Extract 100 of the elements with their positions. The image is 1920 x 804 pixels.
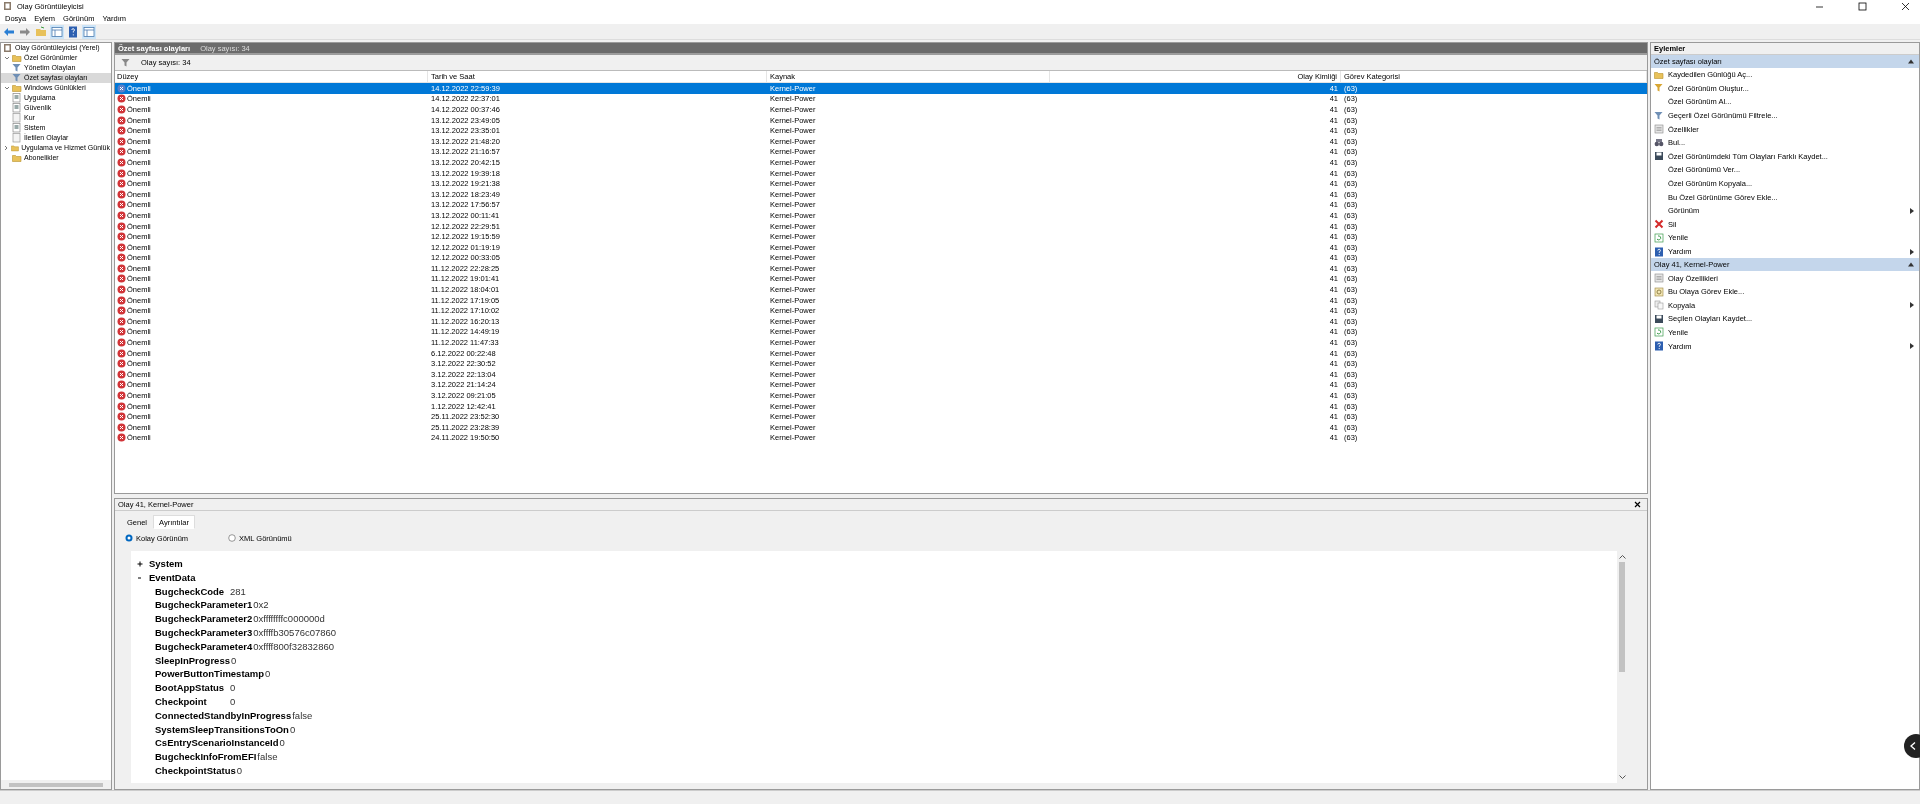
field-value: 0	[236, 763, 243, 778]
error-icon	[117, 327, 126, 337]
refresh-icon	[1654, 232, 1664, 243]
horizontal-scrollbar[interactable]	[1, 780, 111, 789]
field-value: 0x2	[253, 598, 269, 613]
error-icon	[117, 274, 126, 284]
radio-button[interactable]	[228, 534, 237, 542]
copy-icon	[1654, 300, 1664, 311]
field-value: 281	[230, 584, 246, 599]
forward-arrow-icon[interactable]	[19, 25, 31, 38]
log-icon	[12, 103, 22, 113]
help-icon[interactable]	[67, 25, 79, 38]
field-name: SystemSleepTransitionsToOn	[155, 722, 289, 737]
error-icon	[117, 105, 126, 114]
error-icon	[117, 316, 126, 326]
field-name: Checkpoint	[155, 694, 208, 709]
delete-icon	[1654, 219, 1664, 230]
scroll-down-icon	[1618, 775, 1626, 780]
error-icon	[117, 306, 126, 316]
error-icon	[117, 391, 126, 400]
error-icon	[117, 433, 126, 443]
error-icon	[117, 380, 126, 390]
error-icon	[117, 200, 126, 210]
error-icon	[117, 412, 126, 422]
log-icon	[12, 123, 22, 133]
error-icon	[117, 348, 126, 358]
panel-icon[interactable]	[51, 25, 63, 38]
folder-icon	[12, 53, 22, 63]
error-icon	[117, 126, 126, 136]
section-title: EventData	[149, 570, 196, 585]
field-value: 0	[230, 681, 236, 695]
error-icon	[117, 242, 126, 252]
field-name: ConnectedStandbyInProgress	[155, 708, 292, 723]
error-icon	[117, 83, 126, 93]
field-value: 0xffffffffc000000d	[253, 612, 325, 626]
funnel-icon	[121, 57, 131, 68]
close-icon[interactable]	[1634, 501, 1641, 508]
collapsed-chevron-icon[interactable]	[3, 145, 9, 151]
error-icon	[117, 232, 126, 242]
error-icon	[117, 136, 126, 146]
field-name: BugcheckCode	[155, 584, 226, 599]
chevron-left-icon	[1910, 742, 1916, 750]
error-icon	[117, 338, 126, 348]
error-icon	[117, 189, 126, 199]
binoculars-icon	[1654, 137, 1664, 148]
field-name: CsEntryScenarioInstanceId	[155, 736, 279, 751]
funnel-icon	[1654, 110, 1664, 121]
error-icon	[117, 147, 126, 157]
refresh-icon	[1654, 327, 1664, 338]
scroll-up-icon	[1618, 554, 1626, 559]
error-icon	[117, 263, 126, 273]
field-name: PowerButtonTimestamp	[155, 667, 265, 682]
field-value: 0	[230, 694, 236, 709]
error-icon	[117, 221, 126, 231]
field-value: 0	[279, 736, 285, 751]
minus-icon[interactable]	[137, 574, 143, 581]
error-icon	[117, 369, 126, 379]
error-icon	[117, 422, 126, 432]
radio-button[interactable]	[125, 534, 133, 542]
error-icon	[117, 115, 126, 125]
error-icon	[117, 359, 126, 369]
field-name: BugcheckInfoFromEFI	[155, 750, 257, 764]
error-icon	[117, 157, 126, 167]
field-name: BugcheckParameter1	[155, 598, 253, 613]
expanded-chevron-icon[interactable]	[3, 85, 10, 91]
field-value: false	[292, 708, 313, 723]
field-value: 0	[265, 667, 271, 682]
log-icon	[12, 93, 22, 103]
field-name: SleepInProgress	[155, 653, 230, 668]
error-icon	[117, 210, 126, 220]
error-icon	[117, 179, 126, 189]
section-title: System	[149, 557, 183, 571]
field-name: BootAppStatus	[155, 681, 226, 695]
expanded-chevron-icon[interactable]	[3, 55, 10, 61]
close-icon[interactable]	[1901, 1, 1910, 11]
maximize-icon[interactable]	[1858, 1, 1867, 11]
panel-icon[interactable]	[83, 25, 95, 38]
field-value: false	[257, 750, 278, 764]
field-name: BugcheckParameter3	[155, 626, 253, 640]
error-icon	[117, 253, 126, 263]
error-icon	[117, 285, 126, 295]
help-icon	[1654, 246, 1664, 257]
plus-icon[interactable]	[137, 560, 143, 567]
field-value: 0xffffb30576c07860	[253, 626, 337, 640]
error-icon	[117, 168, 126, 178]
field-name: CheckpointStatus	[155, 763, 236, 778]
field-value: 0	[231, 653, 237, 668]
field-value: 0xffff800f32832860	[253, 639, 334, 654]
task-icon	[1654, 286, 1664, 297]
field-name: BugcheckParameter2	[155, 612, 253, 626]
folder-icon	[1654, 69, 1664, 80]
error-icon	[117, 94, 126, 104]
help-icon	[1654, 341, 1664, 352]
field-name: BugcheckParameter4	[155, 639, 253, 654]
funnel-icon	[1654, 83, 1664, 94]
properties-icon	[1654, 124, 1664, 135]
error-icon	[117, 295, 126, 305]
properties-icon	[1654, 273, 1664, 284]
error-icon	[117, 401, 126, 411]
field-value: 0	[289, 722, 296, 737]
